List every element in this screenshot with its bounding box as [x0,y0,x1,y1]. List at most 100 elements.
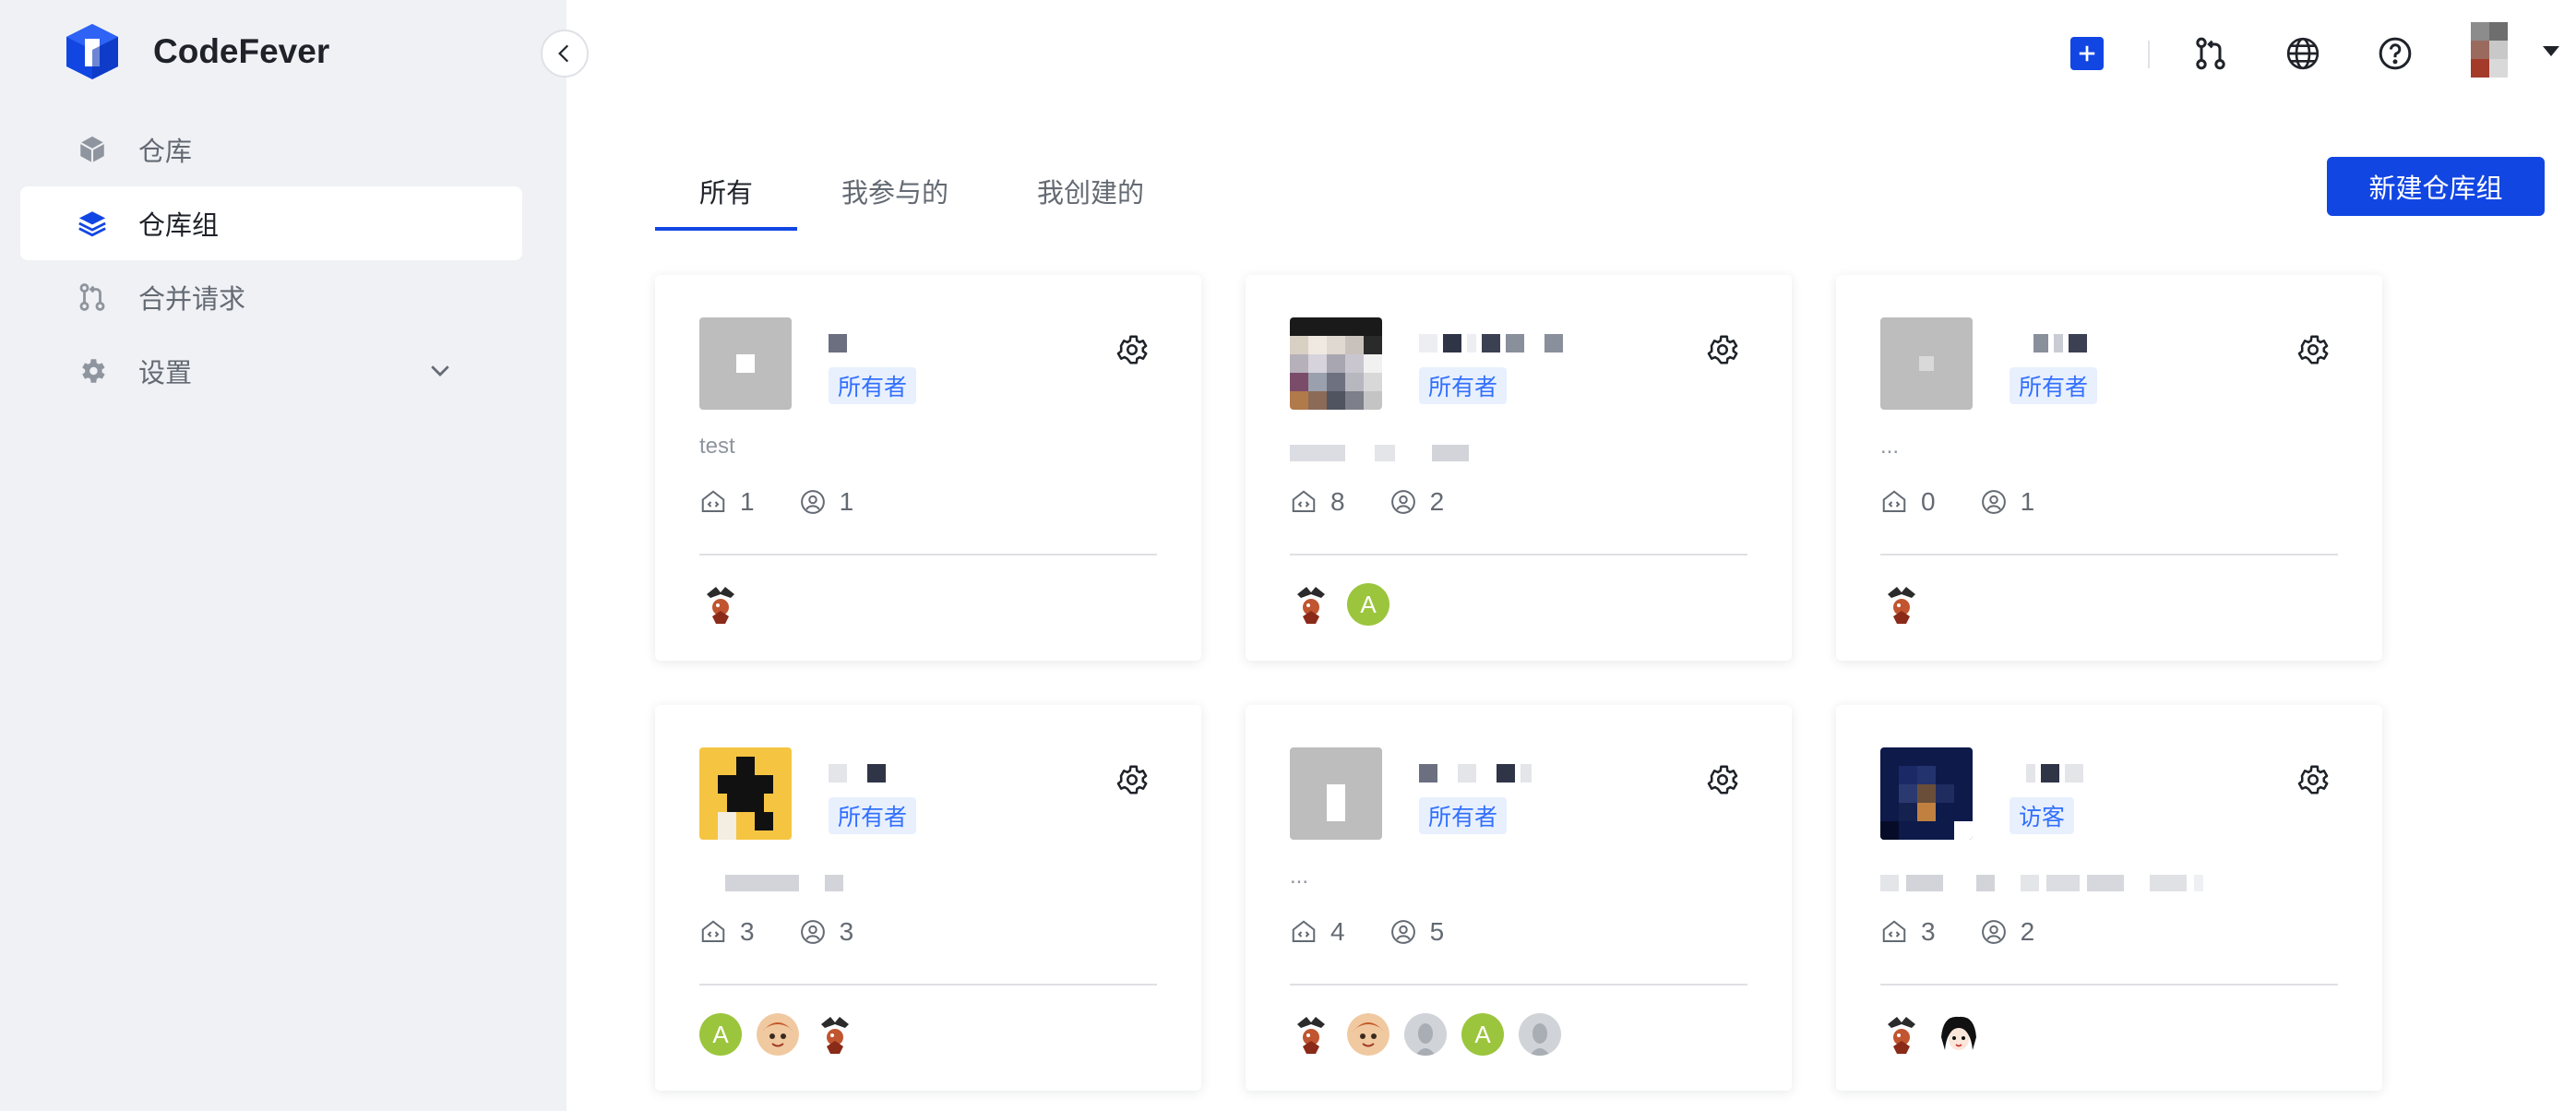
sidebar-item-repo-groups[interactable]: 仓库组 [20,186,522,260]
member-avatars: A [699,1013,856,1056]
group-name-redacted [1419,334,1563,352]
globe-icon [2286,37,2320,70]
user-avatar[interactable] [2471,22,2508,78]
group-stats: 4 5 [1290,917,1488,947]
repo-count: 3 [740,917,755,946]
card-divider [699,554,1157,556]
member-count: 1 [839,487,854,516]
member-icon [1981,920,2006,944]
tab-participated[interactable]: 我参与的 [797,166,993,231]
default-avatar[interactable] [1519,1013,1561,1056]
chevron-down-icon[interactable] [426,356,454,384]
plus-icon [2079,45,2095,62]
group-description-redacted [699,875,843,891]
role-badge: 所有者 [2010,367,2098,404]
mascot-avatar[interactable] [1290,1013,1332,1056]
card-divider [1290,984,1747,986]
repo-code-icon [701,490,725,512]
avatar-letter: A [712,1020,729,1048]
merge-request-icon [2196,37,2225,70]
repo-count: 4 [1330,917,1345,946]
sidebar-item-merge-requests[interactable]: 合并请求 [20,260,522,334]
role-badge: 所有者 [1419,797,1508,834]
group-thumbnail [699,317,792,410]
sidebar-nav: 仓库 仓库组 合并请求 设置 [20,113,522,408]
new-repo-group-button[interactable]: 新建仓库组 [2327,157,2545,216]
group-name-redacted [1419,764,1532,782]
sidebar-item-settings[interactable]: 设置 [20,334,522,408]
sidebar-item-label: 仓库组 [138,211,220,241]
member-avatars [1880,1013,1980,1056]
member-icon [800,490,825,514]
settings-gear-icon[interactable] [1115,332,1150,367]
mascot-avatar[interactable] [814,1013,856,1056]
settings-gear-icon[interactable] [1115,762,1150,797]
member-count: 2 [2020,917,2035,946]
member-count: 5 [1429,917,1445,946]
cartoon-avatar[interactable] [757,1013,799,1056]
collapse-sidebar-button[interactable] [541,30,589,78]
language-button[interactable] [2283,33,2323,74]
mascot-avatar[interactable] [1880,1013,1923,1056]
repo-code-icon [1882,490,1906,512]
group-stats: 3 2 [1880,917,2079,947]
member-icon [800,920,825,944]
group-filter-tabs: 所有 我参与的 我创建的 [655,166,1188,231]
settings-gear-icon[interactable] [2296,332,2331,367]
repo-count: 8 [1330,487,1345,516]
tab-all[interactable]: 所有 [655,166,798,231]
brand[interactable]: CodeFever [61,20,329,83]
letter-avatar-a[interactable]: A [1347,583,1389,626]
settings-gear-icon[interactable] [1705,762,1740,797]
repo-code-icon [701,920,725,942]
member-icon [1981,490,2006,514]
repo-count: 1 [740,487,755,516]
group-description: ... [1880,434,1900,459]
card-divider [699,984,1157,986]
repo-group-card[interactable]: 所有者 8 2 A [1246,275,1792,661]
help-button[interactable] [2375,33,2415,74]
sidebar: CodeFever 仓库 仓库组 合并请求 设置 [0,0,566,1111]
cartoon-avatar[interactable] [1347,1013,1389,1056]
settings-gear-icon[interactable] [2296,762,2331,797]
member-count: 2 [1429,487,1445,516]
group-name-redacted [829,334,847,352]
repo-group-card[interactable]: 所有者 3 3 A [655,705,1201,1091]
member-icon [1390,920,1415,944]
sidebar-item-label: 仓库 [138,137,193,167]
repo-code-icon [1882,920,1906,942]
caret-down-icon[interactable] [2543,46,2559,56]
group-thumbnail [1290,317,1382,410]
repo-group-card[interactable]: 所有者 ... 0 1 [1836,275,2382,661]
help-icon [2379,37,2412,70]
merge-request-icon [76,281,109,314]
repo-group-card[interactable]: 所有者 ... 4 5 A [1246,705,1792,1091]
member-avatars [1880,583,1923,626]
mascot-avatar[interactable] [1880,583,1923,626]
group-stats: 0 1 [1880,487,2079,517]
settings-gear-icon[interactable] [1705,332,1740,367]
create-button[interactable] [2070,37,2104,70]
merge-requests-button[interactable] [2190,33,2231,74]
cube-icon [76,133,109,166]
role-badge: 所有者 [829,797,917,834]
repo-group-card[interactable]: 访客 3 2 [1836,705,2382,1091]
mascot-avatar[interactable] [1290,583,1332,626]
member-count: 3 [839,917,854,946]
repo-group-card[interactable]: 所有者 test 1 1 [655,275,1201,661]
letter-avatar-a[interactable]: A [1461,1013,1504,1056]
default-avatar[interactable] [1404,1013,1447,1056]
group-name-redacted [2010,764,2083,782]
girl-avatar[interactable] [1938,1013,1980,1056]
gear-icon [76,354,109,388]
group-stats: 1 1 [699,487,898,517]
group-description: ... [1290,864,1309,889]
letter-avatar-a[interactable]: A [699,1013,742,1056]
member-count: 1 [2020,487,2035,516]
mascot-avatar[interactable] [699,583,742,626]
tab-created[interactable]: 我创建的 [993,166,1188,231]
repo-code-icon [1292,490,1316,512]
topbar-divider [2148,41,2150,68]
sidebar-item-label: 合并请求 [138,285,246,315]
sidebar-item-repos[interactable]: 仓库 [20,113,522,186]
